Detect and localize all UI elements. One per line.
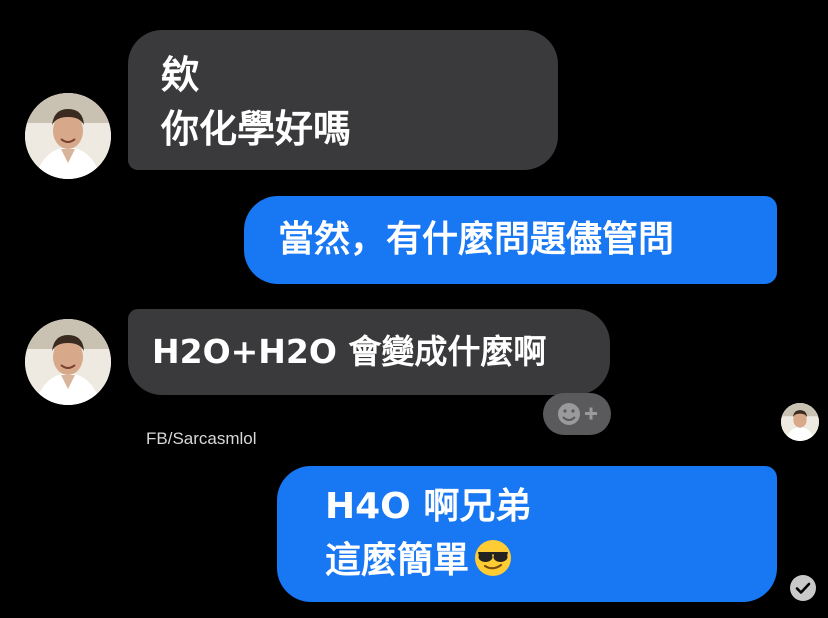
sunglasses-emoji-icon [475,540,512,576]
message-line: H4O 啊兄弟 [325,486,532,527]
add-reaction-icon [558,403,597,425]
contact-avatar[interactable] [25,93,111,179]
message-line: 欸 [161,53,200,97]
contact-avatar[interactable] [25,319,111,405]
avatar-photo [25,93,111,179]
avatar-photo [781,403,819,441]
add-reaction-button[interactable] [543,393,611,435]
read-check-icon [790,575,816,601]
seen-avatar [781,403,819,441]
watermark-text: FB/Sarcasmlol [146,429,257,448]
outgoing-message-1[interactable]: 當然，有什麼問題儘管問 [244,196,777,284]
message-line: H2O+H2O 會變成什麼啊 [152,332,547,371]
message-line-text: 這麼簡單 [325,540,470,581]
incoming-message-2[interactable]: H2O+H2O 會變成什麼啊 [128,309,610,395]
message-line: 你化學好嗎 [161,107,352,151]
message-line: 當然，有什麼問題儘管問 [278,219,675,260]
message-line-with-emoji: 這麼簡單 [325,534,777,588]
outgoing-message-2[interactable]: H4O 啊兄弟 這麼簡單 [277,466,777,602]
avatar-photo [25,319,111,405]
incoming-message-1[interactable]: 欸 你化學好嗎 [128,30,558,170]
